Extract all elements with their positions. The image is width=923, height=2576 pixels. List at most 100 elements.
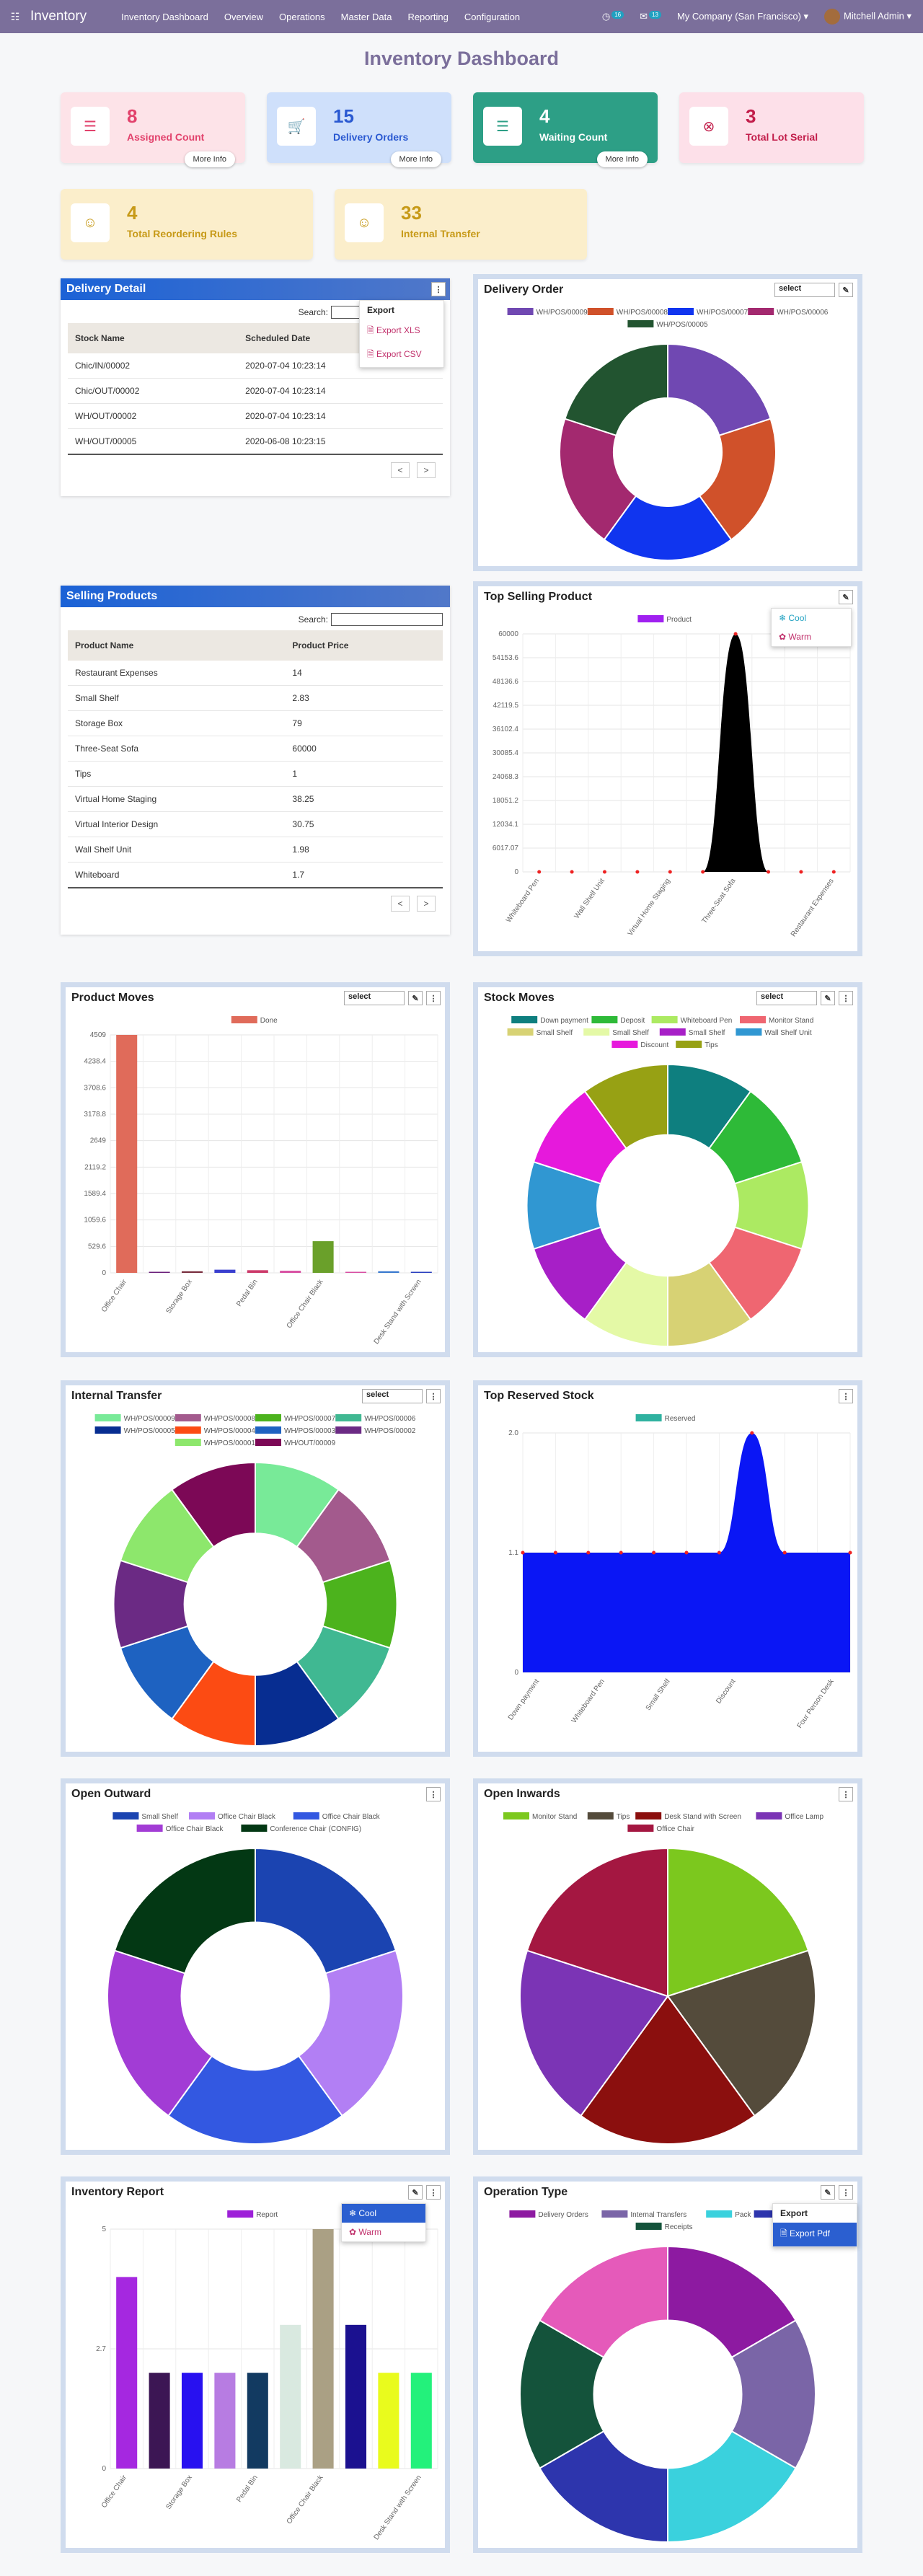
legend-swatch (335, 1426, 362, 1434)
color-picker-icon[interactable]: ✎ (408, 991, 423, 1005)
apps-menu-icon[interactable]: ☷ (0, 11, 30, 23)
export-pdf-item[interactable]: 🗎 Export Pdf (773, 2223, 857, 2246)
color-picker-icon[interactable]: ✎ (821, 991, 835, 1005)
messages-icon[interactable]: ✉ 13 (640, 11, 661, 22)
bar (410, 2373, 432, 2469)
legend-label: WH/POS/00005 (124, 1427, 176, 1435)
legend-swatch (601, 2210, 628, 2218)
y-tick-label: 18051.2 (493, 797, 519, 805)
table-row: Restaurant Expenses 14 (68, 661, 443, 686)
more-info-button[interactable]: More Info (596, 151, 648, 167)
color-picker-icon[interactable]: ✎ (821, 2185, 835, 2200)
next-page-button[interactable]: > (417, 462, 436, 478)
y-tick-label: 2.7 (96, 2345, 106, 2353)
export-xls-item[interactable]: 🗎 Export XLS (360, 319, 443, 343)
chat-icon: ☰ (483, 107, 522, 146)
data-point (848, 1551, 852, 1555)
legend-label: WH/POS/00003 (284, 1427, 336, 1435)
theme-cool-item[interactable]: ❄ Cool (342, 2204, 425, 2223)
table-row: Three-Seat Sofa 60000 (68, 736, 443, 762)
y-tick-label: 2649 (90, 1137, 107, 1145)
chart-type-select[interactable]: select (362, 1389, 423, 1403)
prev-page-button[interactable]: < (391, 896, 410, 912)
cell: Chic/OUT/00002 (68, 378, 239, 404)
search-label: Search: (298, 307, 328, 317)
y-tick-label: 54153.6 (493, 654, 519, 662)
more-options-icon[interactable]: ⋮ (426, 991, 441, 1005)
more-options-icon[interactable]: ⋮ (839, 1787, 853, 1801)
prev-page-button[interactable]: < (391, 462, 410, 478)
more-options-icon[interactable]: ⋮ (431, 282, 446, 296)
activity-icon[interactable]: ◷ 16 (602, 11, 624, 22)
menu-master-data[interactable]: Master Data (341, 12, 392, 22)
column-header[interactable]: Stock Name (68, 323, 239, 353)
x-tick-label: Office Chair Black (286, 2474, 325, 2526)
legend-swatch (175, 1439, 201, 1446)
y-tick-label: 529.6 (88, 1243, 106, 1250)
total-lot-serial-label: Total Lot Serial (746, 131, 818, 143)
company-switcher[interactable]: My Company (San Francisco) ▾ (677, 11, 808, 22)
theme-cool-item[interactable]: ❄ Cool (772, 609, 851, 627)
internal-transfer-value: 33 (401, 202, 422, 224)
more-options-icon[interactable]: ⋮ (839, 2185, 853, 2200)
legend-label: Down payment (540, 1017, 588, 1025)
data-point (586, 1551, 591, 1555)
column-header[interactable]: Product Price (285, 630, 443, 661)
color-picker-icon[interactable]: ✎ (408, 2185, 423, 2200)
user-name: Mitchell Admin (844, 10, 904, 22)
chart-type-select[interactable]: select (756, 991, 817, 1005)
legend-label: Report (256, 2211, 278, 2219)
theme-warm-item[interactable]: ✿ Warm (772, 627, 851, 646)
more-options-icon[interactable]: ⋮ (426, 1389, 441, 1403)
bar (410, 1271, 432, 1273)
data-point (668, 870, 672, 874)
x-tick-label: Down payment (507, 1677, 541, 1721)
panel-title: Product Moves (71, 992, 154, 1004)
legend-swatch (255, 1414, 281, 1421)
y-tick-label: 4238.4 (84, 1058, 106, 1066)
internal-transfer-panel: Internal Transfer select ⋮ WH/POS/00009 WH… (61, 1380, 450, 1757)
chart-type-select[interactable]: select (774, 283, 835, 297)
column-header[interactable]: Product Name (68, 630, 286, 661)
export-dropdown: Export 🗎 Export Pdf (772, 2203, 857, 2247)
search-input[interactable] (331, 613, 443, 626)
legend-label: Tips (617, 1813, 630, 1821)
more-options-icon[interactable]: ⋮ (426, 2185, 441, 2200)
chart-type-select[interactable]: select (344, 991, 405, 1005)
panel-header: Open Inwards ⋮ (478, 1783, 857, 1805)
panel-header: Inventory Report ✎ ⋮ (66, 2182, 445, 2203)
legend-label: Office Chair Black (322, 1813, 381, 1821)
assigned-count-card: ☰ 8 Assigned Count More Info (61, 92, 245, 167)
more-options-icon[interactable]: ⋮ (839, 1389, 853, 1403)
legend-swatch (587, 1812, 614, 1819)
next-page-button[interactable]: > (417, 896, 436, 912)
menu-operations[interactable]: Operations (279, 12, 325, 22)
color-picker-icon[interactable]: ✎ (839, 590, 853, 604)
export-csv-item[interactable]: 🗎 Export CSV (360, 343, 443, 367)
more-info-button[interactable]: More Info (390, 151, 441, 167)
page-title: Inventory Dashboard (363, 48, 560, 69)
more-info-button[interactable]: More Info (184, 151, 235, 167)
cell: Wall Shelf Unit (68, 837, 286, 863)
x-tick-label: Small Shelf (645, 1677, 672, 1712)
color-picker-icon[interactable]: ✎ (839, 283, 853, 297)
menu-reporting[interactable]: Reporting (407, 12, 448, 22)
data-point (619, 1551, 623, 1555)
user-menu[interactable]: Mitchell Admin ▾ (824, 9, 911, 25)
menu-overview[interactable]: Overview (224, 12, 263, 22)
legend-label: Small Shelf (689, 1029, 725, 1037)
theme-warm-item[interactable]: ✿ Warm (342, 2223, 425, 2241)
delivery-detail-panel: Delivery Detail ⋮ Search: Stock Name Sche… (61, 278, 450, 496)
panel-header: Top Selling Product ✎ (478, 586, 857, 608)
y-tick-label: 48136.6 (493, 678, 519, 686)
app-brand[interactable]: Inventory (30, 9, 87, 25)
more-options-icon[interactable]: ⋮ (839, 991, 853, 1005)
legend-label: Office Lamp (785, 1813, 823, 1821)
product-moves-panel: Product Moves select ✎ ⋮ Done 0 529.6 1059.6 1… (61, 982, 450, 1357)
bar (181, 2373, 203, 2469)
legend-label: Office Chair Black (218, 1813, 276, 1821)
menu-dashboard[interactable]: Inventory Dashboard (121, 12, 208, 22)
data-point (733, 632, 738, 636)
more-options-icon[interactable]: ⋮ (426, 1787, 441, 1801)
menu-configuration[interactable]: Configuration (464, 12, 520, 22)
